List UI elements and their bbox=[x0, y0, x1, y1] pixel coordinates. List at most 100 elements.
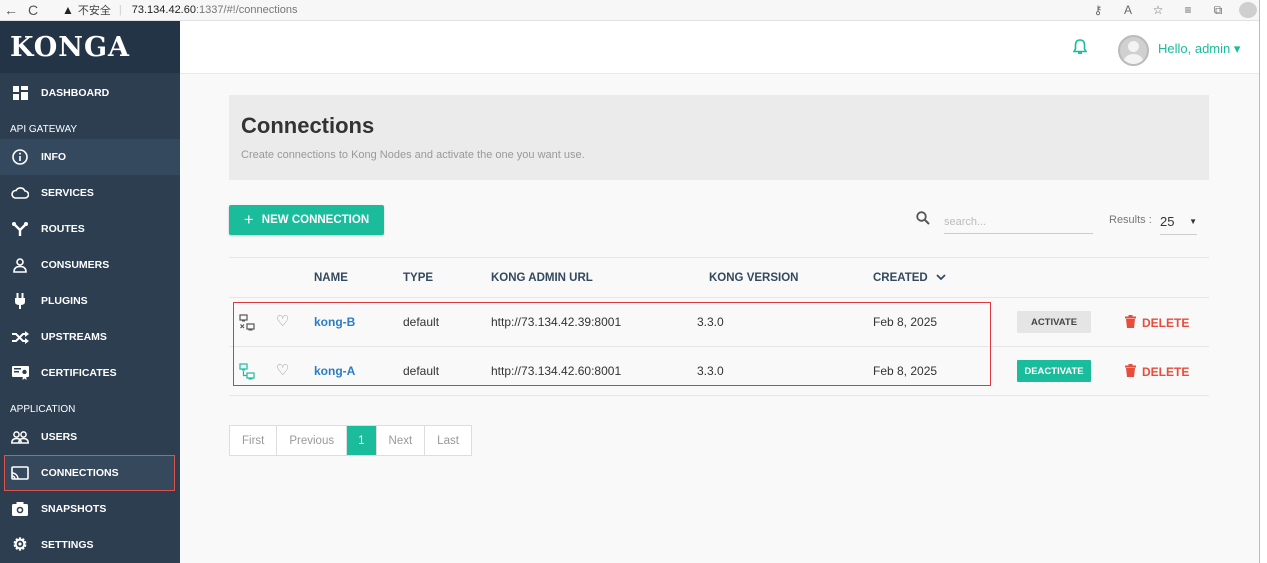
collections-icon[interactable]: ⧉ bbox=[1209, 3, 1227, 18]
connection-url: http://73.134.42.60:8001 bbox=[491, 364, 622, 378]
disconnected-network-icon bbox=[239, 314, 255, 334]
pagination-first[interactable]: First bbox=[230, 426, 278, 455]
sidebar-item-label: CONNECTIONS bbox=[41, 467, 119, 479]
new-connection-button[interactable]: + NEW CONNECTION bbox=[229, 205, 384, 235]
delete-button[interactable]: DELETE bbox=[1125, 315, 1189, 331]
table-row: ♡ kong-B default http://73.134.42.39:800… bbox=[229, 298, 1209, 347]
heart-icon[interactable]: ♡ bbox=[276, 312, 289, 330]
connection-created: Feb 8, 2025 bbox=[873, 315, 938, 329]
page-title: Connections bbox=[241, 113, 375, 138]
column-header-name[interactable]: NAME bbox=[314, 272, 348, 284]
pagination-next[interactable]: Next bbox=[377, 426, 426, 455]
connection-created: Feb 8, 2025 bbox=[873, 364, 938, 378]
results-per-page-select[interactable]: 25 ▼ bbox=[1160, 208, 1197, 235]
dashboard-icon bbox=[11, 84, 29, 102]
sidebar-item-consumers[interactable]: CONSUMERS bbox=[0, 247, 180, 283]
chevron-down-icon: ▼ bbox=[1189, 216, 1197, 226]
address-bar[interactable]: ▲ 不安全 | 73.134.42.60 :1337/#!/connection… bbox=[62, 0, 298, 21]
sidebar-item-label: INFO bbox=[41, 151, 67, 163]
favorite-star-icon[interactable]: ☆ bbox=[1149, 3, 1167, 17]
top-header: Hello, admin ▾ bbox=[180, 21, 1259, 74]
connection-type: default bbox=[403, 315, 440, 329]
search-input[interactable] bbox=[944, 210, 1093, 234]
connection-type: default bbox=[403, 364, 440, 378]
section-api-gateway: API GATEWAY bbox=[10, 124, 78, 135]
favorites-list-icon[interactable]: ≡ bbox=[1179, 3, 1197, 17]
table-header: NAME TYPE KONG ADMIN URL KONG VERSION CR… bbox=[229, 257, 1209, 298]
sidebar-item-label: USERS bbox=[41, 431, 78, 443]
insecure-label[interactable]: 不安全 bbox=[78, 2, 111, 18]
deactivate-button[interactable]: DEACTIVATE bbox=[1017, 360, 1091, 382]
sidebar-item-dashboard[interactable]: DASHBOARD bbox=[0, 75, 180, 111]
url-path: :1337/#!/connections bbox=[195, 4, 298, 16]
bell-icon[interactable] bbox=[1072, 39, 1088, 60]
sidebar-item-label: CONSUMERS bbox=[41, 259, 110, 271]
routes-icon bbox=[11, 220, 29, 238]
delete-label: DELETE bbox=[1142, 316, 1190, 330]
sidebar-item-label: PLUGINS bbox=[41, 295, 88, 307]
avatar[interactable] bbox=[1118, 35, 1149, 66]
sidebar-item-snapshots[interactable]: SNAPSHOTS bbox=[0, 491, 180, 527]
read-aloud-icon[interactable]: A bbox=[1119, 3, 1137, 17]
sidebar-item-connections[interactable]: CONNECTIONS bbox=[4, 455, 175, 491]
plug-icon bbox=[11, 292, 29, 310]
trash-icon bbox=[1125, 364, 1136, 380]
info-icon bbox=[11, 148, 29, 166]
sidebar-item-upstreams[interactable]: UPSTREAMS bbox=[0, 319, 180, 355]
reload-icon[interactable]: C bbox=[22, 0, 44, 21]
browser-actions: ⚷ A ☆ ≡ ⧉ bbox=[1089, 2, 1267, 18]
sidebar-item-certificates[interactable]: CERTIFICATES bbox=[0, 355, 180, 391]
results-value: 25 bbox=[1160, 213, 1175, 229]
pagination-last[interactable]: Last bbox=[425, 426, 471, 455]
address-separator: | bbox=[118, 4, 122, 16]
section-application: APPLICATION bbox=[10, 404, 76, 415]
connection-name[interactable]: kong-A bbox=[314, 364, 355, 378]
connected-network-icon bbox=[239, 363, 255, 383]
pagination-previous[interactable]: Previous bbox=[277, 426, 348, 455]
konga-logo[interactable]: KONGA bbox=[0, 21, 180, 73]
trash-icon bbox=[1125, 315, 1136, 331]
camera-icon bbox=[11, 500, 29, 518]
certificate-icon bbox=[11, 364, 29, 382]
window-edge bbox=[1259, 0, 1267, 563]
users-icon bbox=[11, 428, 29, 446]
sidebar-item-plugins[interactable]: PLUGINS bbox=[0, 283, 180, 319]
connection-name[interactable]: kong-B bbox=[314, 315, 355, 329]
user-menu[interactable]: Hello, admin ▾ bbox=[1158, 41, 1240, 57]
heart-icon[interactable]: ♡ bbox=[276, 361, 289, 379]
sidebar-item-routes[interactable]: ROUTES bbox=[0, 211, 180, 247]
cast-icon bbox=[11, 464, 29, 482]
sidebar-item-users[interactable]: USERS bbox=[0, 419, 180, 455]
sidebar-item-label: SNAPSHOTS bbox=[41, 503, 107, 515]
column-header-url[interactable]: KONG ADMIN URL bbox=[491, 272, 593, 284]
sidebar-item-settings[interactable]: ⚙ SETTINGS bbox=[0, 527, 180, 563]
password-key-icon[interactable]: ⚷ bbox=[1089, 3, 1107, 17]
pagination: First Previous 1 Next Last bbox=[229, 425, 472, 456]
sort-chevron-icon bbox=[936, 274, 946, 281]
warning-icon: ▲ bbox=[62, 3, 74, 17]
sidebar-item-label: ROUTES bbox=[41, 223, 85, 235]
page-header: Connections Create connections to Kong N… bbox=[229, 95, 1209, 180]
cloud-icon bbox=[11, 184, 29, 202]
column-header-version[interactable]: KONG VERSION bbox=[709, 272, 798, 284]
shuffle-icon bbox=[11, 328, 29, 346]
search-icon bbox=[916, 211, 930, 229]
delete-label: DELETE bbox=[1142, 365, 1190, 379]
connection-version: 3.3.0 bbox=[697, 315, 724, 329]
delete-button[interactable]: DELETE bbox=[1125, 364, 1189, 380]
column-header-type[interactable]: TYPE bbox=[403, 272, 433, 284]
column-header-created[interactable]: CREATED bbox=[873, 272, 946, 284]
profile-icon[interactable] bbox=[1239, 2, 1257, 18]
pagination-current-page[interactable]: 1 bbox=[347, 426, 377, 455]
sidebar-item-info[interactable]: INFO bbox=[0, 139, 180, 175]
sidebar-item-label: SETTINGS bbox=[41, 539, 94, 551]
back-arrow-icon[interactable]: ← bbox=[0, 0, 22, 21]
sidebar-item-label: SERVICES bbox=[41, 187, 94, 199]
sidebar-item-label: CERTIFICATES bbox=[41, 367, 117, 379]
new-connection-label: NEW CONNECTION bbox=[261, 214, 370, 226]
sidebar: KONGA DASHBOARD API GATEWAY INFO SERVICE… bbox=[0, 21, 180, 563]
url-host: 73.134.42.60 bbox=[131, 4, 196, 16]
sidebar-item-services[interactable]: SERVICES bbox=[0, 175, 180, 211]
activate-button[interactable]: ACTIVATE bbox=[1017, 311, 1091, 333]
results-label: Results : bbox=[1109, 214, 1152, 226]
